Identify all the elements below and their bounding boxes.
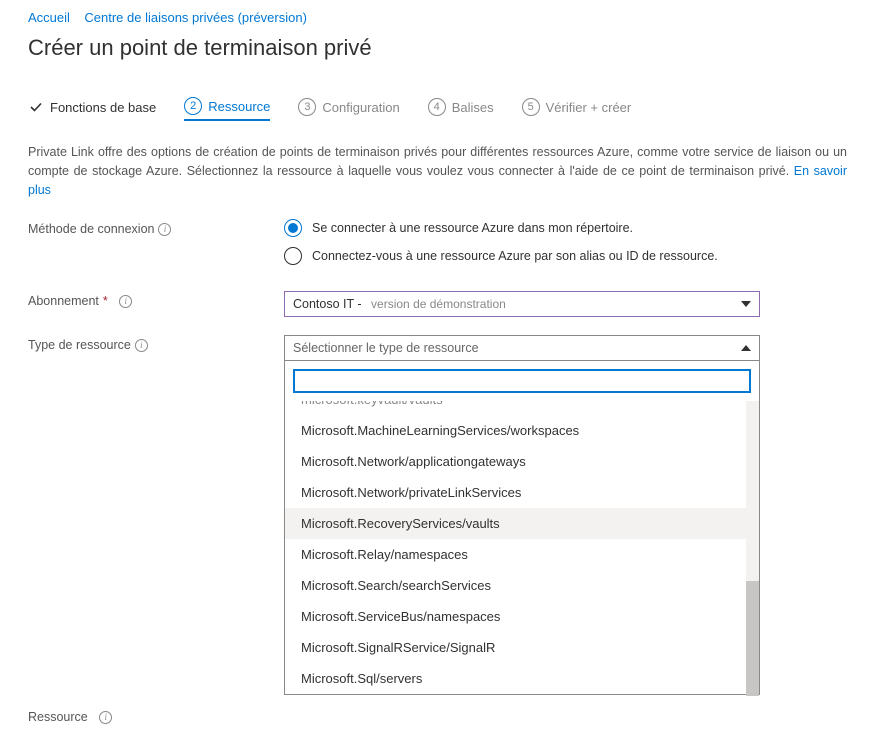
dropdown-item[interactable]: Microsoft.RecoveryServices/vaults (285, 508, 759, 539)
chevron-up-icon (741, 345, 751, 351)
tab-label: Ressource (208, 99, 270, 114)
check-icon (28, 99, 44, 115)
info-icon[interactable]: i (119, 295, 132, 308)
tab-review-create[interactable]: 5 Vérifier + créer (522, 98, 632, 120)
tab-label: Vérifier + créer (546, 100, 632, 115)
tab-tags[interactable]: 4 Balises (428, 98, 494, 120)
tab-configuration[interactable]: 3 Configuration (298, 98, 399, 120)
breadcrumb-home[interactable]: Accueil (28, 10, 70, 25)
tab-basics[interactable]: Fonctions de base (28, 99, 156, 119)
step-number-icon: 3 (298, 98, 316, 116)
info-icon[interactable]: i (99, 711, 112, 724)
resource-type-select[interactable]: Sélectionner le type de ressource (284, 335, 760, 361)
tab-label: Fonctions de base (50, 100, 156, 115)
radio-connect-alias[interactable]: Connectez-vous à une ressource Azure par… (284, 247, 760, 265)
resource-type-dropdown: microsoft.keyvault/vaults Microsoft.Mach… (284, 360, 760, 695)
tab-label: Balises (452, 100, 494, 115)
page-title: Créer un point de terminaison privé (28, 35, 847, 61)
tab-label: Configuration (322, 100, 399, 115)
connection-method-radio-group: Se connecter à une ressource Azure dans … (284, 219, 760, 265)
label-subscription: Abonnement * i (28, 291, 284, 308)
radio-label: Connectez-vous à une ressource Azure par… (312, 249, 718, 263)
label-connection-method: Méthode de connexion i (28, 219, 284, 236)
dropdown-item[interactable]: Microsoft.Sql/servers (285, 663, 759, 694)
select-placeholder: Sélectionner le type de ressource (293, 341, 479, 355)
select-value-detail: version de démonstration (371, 297, 506, 311)
label-resource: Ressource i (28, 707, 284, 724)
tab-resource[interactable]: 2 Ressource (184, 97, 270, 121)
dropdown-item[interactable]: Microsoft.MachineLearningServices/worksp… (285, 415, 759, 446)
dropdown-item[interactable]: Microsoft.Search/searchServices (285, 570, 759, 601)
step-number-icon: 5 (522, 98, 540, 116)
breadcrumb-center[interactable]: Centre de liaisons privées (préversion) (84, 10, 307, 25)
dropdown-item[interactable]: Microsoft.Network/applicationgateways (285, 446, 759, 477)
dropdown-search-input[interactable] (293, 369, 751, 393)
label-resource-type: Type de ressource i (28, 335, 284, 352)
step-number-icon: 2 (184, 97, 202, 115)
info-icon[interactable]: i (158, 223, 171, 236)
radio-connect-directory[interactable]: Se connecter à une ressource Azure dans … (284, 219, 760, 237)
radio-icon (284, 247, 302, 265)
dropdown-item[interactable]: Microsoft.ServiceBus/namespaces (285, 601, 759, 632)
wizard-tabs: Fonctions de base 2 Ressource 3 Configur… (28, 97, 847, 121)
dropdown-item[interactable]: microsoft.keyvault/vaults (285, 401, 759, 415)
breadcrumb: Accueil Centre de liaisons privées (prév… (28, 10, 847, 25)
step-number-icon: 4 (428, 98, 446, 116)
description-text: Private Link offre des options de créati… (28, 143, 847, 199)
info-icon[interactable]: i (135, 339, 148, 352)
dropdown-item[interactable]: Microsoft.Network/privateLinkServices (285, 477, 759, 508)
dropdown-item[interactable]: Microsoft.Relay/namespaces (285, 539, 759, 570)
radio-icon (284, 219, 302, 237)
subscription-select[interactable]: Contoso IT - version de démonstration (284, 291, 760, 317)
radio-label: Se connecter à une ressource Azure dans … (312, 221, 633, 235)
chevron-down-icon (741, 301, 751, 307)
select-value: Contoso IT - (293, 297, 362, 311)
scrollbar-thumb[interactable] (746, 581, 759, 696)
scrollbar-track[interactable] (746, 401, 759, 694)
dropdown-item[interactable]: Microsoft.SignalRService/SignalR (285, 632, 759, 663)
